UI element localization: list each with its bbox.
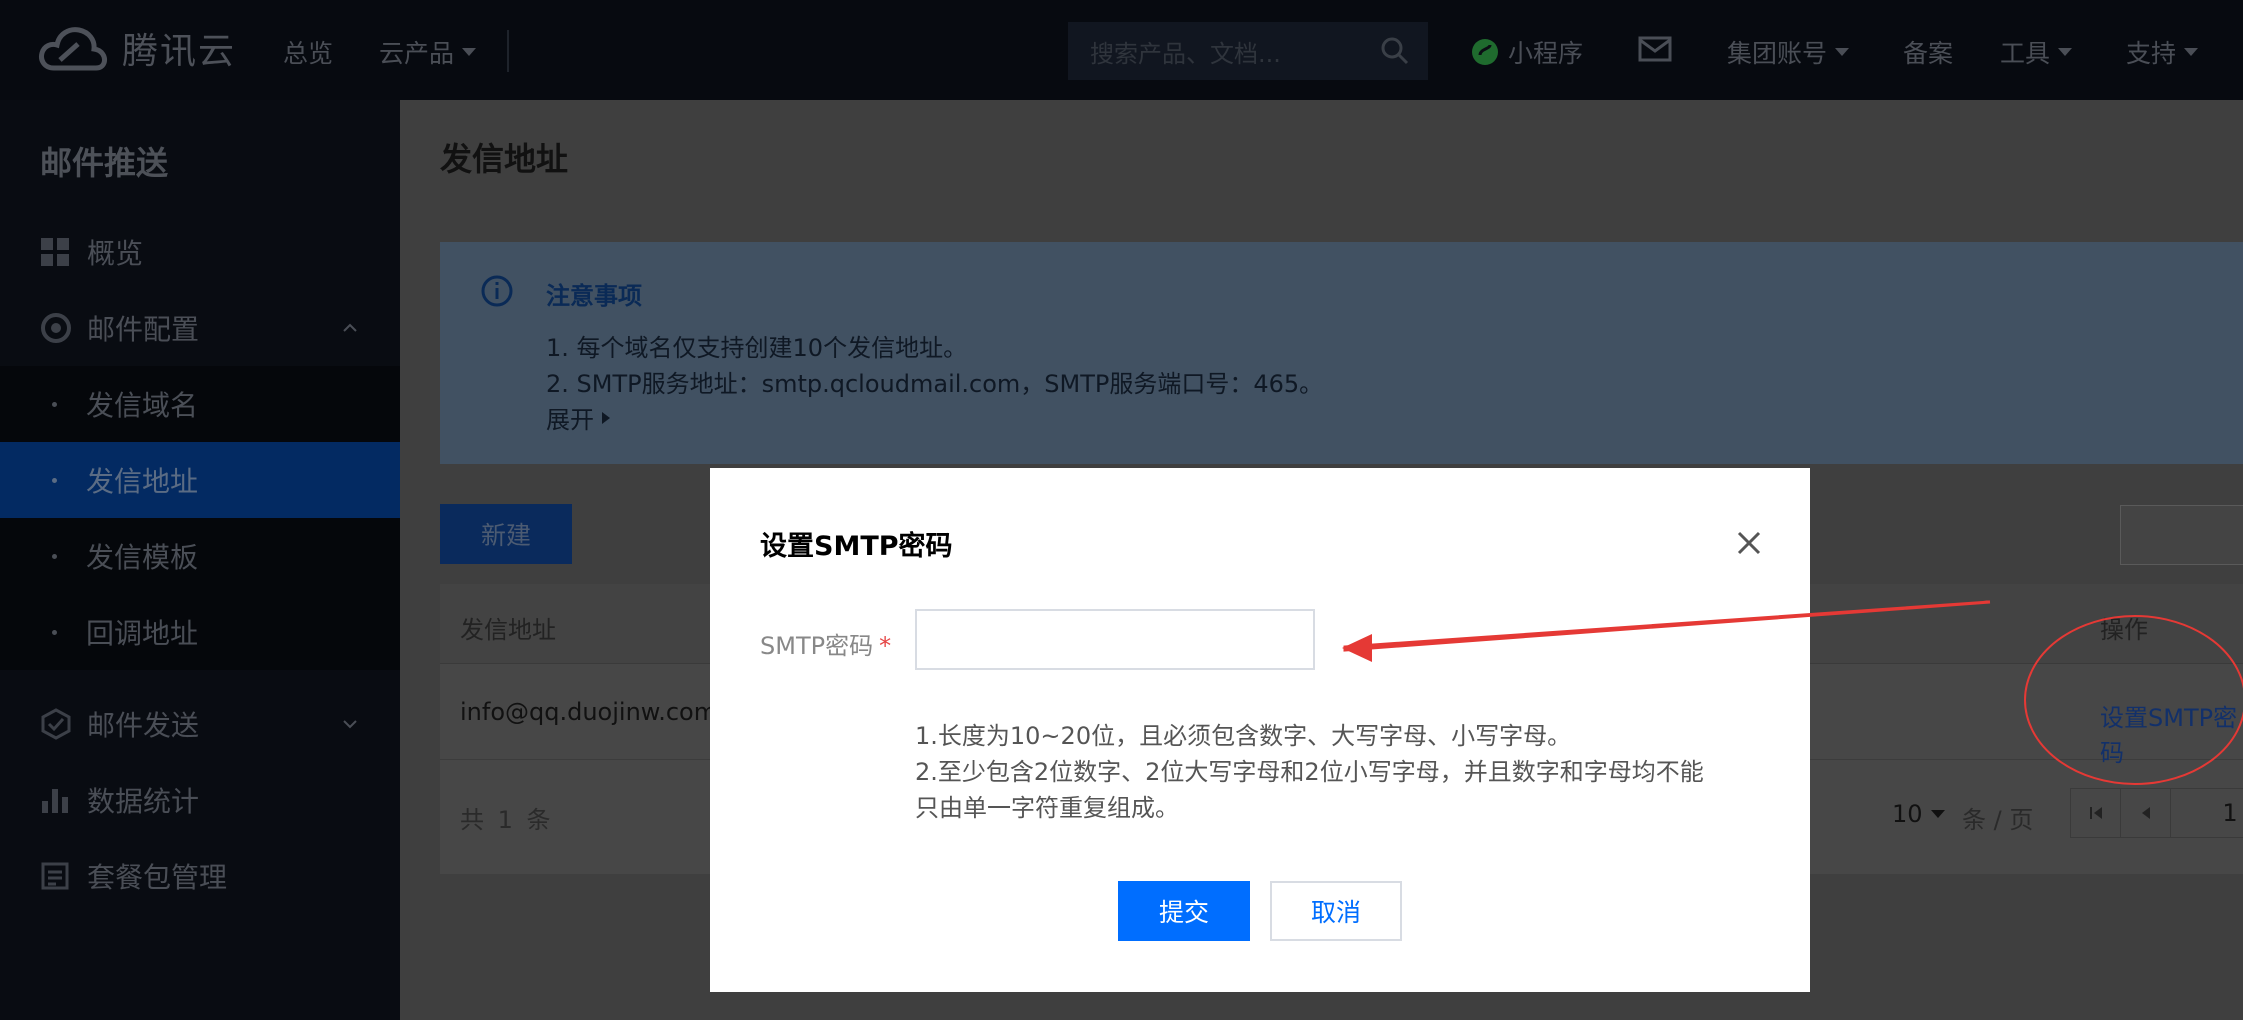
- smtp-password-label: SMTP密码 *: [760, 626, 891, 661]
- submit-button[interactable]: 提交: [1118, 881, 1250, 941]
- filter-input[interactable]: [2120, 505, 2243, 565]
- sidebar-title: 邮件推送: [40, 144, 169, 182]
- sidebar-item-statistics[interactable]: 数据统计: [0, 762, 400, 838]
- notice-line: 1. 每个域名仅支持创建10个发信地址。: [546, 334, 968, 362]
- bullet-icon: [52, 629, 57, 635]
- nav-miniprogram[interactable]: 小程序: [1470, 34, 1583, 70]
- sidebar-item-callback-address[interactable]: 回调地址: [0, 594, 400, 670]
- bar-chart-icon: [42, 789, 68, 813]
- chevron-down-icon: [1930, 810, 1945, 818]
- expand-label: 展开: [546, 406, 594, 434]
- nav-products-label: 云产品: [379, 39, 455, 68]
- new-button[interactable]: 新建: [440, 504, 572, 564]
- nav-products[interactable]: 云产品: [379, 34, 477, 70]
- nav-overview[interactable]: 总览: [283, 34, 333, 70]
- info-icon: [481, 275, 513, 307]
- page-title: 发信地址: [440, 140, 569, 178]
- first-page-icon: [2089, 807, 2102, 819]
- sidebar-item-label: 发信地址: [86, 465, 199, 498]
- package-icon: [41, 862, 69, 890]
- cloud-logo-icon: [39, 27, 107, 71]
- current-page[interactable]: 1: [2171, 789, 2243, 837]
- sidebar-item-sender-domain[interactable]: 发信域名: [0, 366, 400, 442]
- smtp-password-dialog: 设置SMTP密码 SMTP密码 * 1.长度为10~20位，且必须包含数字、大写字…: [710, 468, 1810, 992]
- nav-miniprogram-label: 小程序: [1508, 39, 1584, 68]
- cancel-button[interactable]: 取消: [1270, 881, 1402, 941]
- pagination: 1: [2070, 788, 2243, 838]
- bullet-icon: [52, 477, 57, 483]
- password-hint: 只由单一字符重复组成。: [915, 794, 1179, 822]
- total-count: 共 1 条: [460, 806, 554, 834]
- caret-right-icon: [602, 411, 610, 424]
- chevron-up-icon: [343, 323, 357, 332]
- mail-icon: [1638, 36, 1672, 62]
- close-icon[interactable]: [1734, 528, 1764, 558]
- notice-box: 注意事项 1. 每个域名仅支持创建10个发信地址。 2. SMTP服务地址：sm…: [440, 242, 2243, 464]
- sidebar-item-label: 数据统计: [87, 785, 200, 818]
- chevron-down-icon: [343, 720, 357, 729]
- search-icon[interactable]: [1380, 36, 1410, 66]
- notice-title: 注意事项: [546, 282, 642, 310]
- sidebar-item-label: 回调地址: [86, 617, 199, 650]
- top-navbar: 腾讯云 总览 云产品 搜索产品、文档... 小程序 集团账号 备案 工具 支持: [0, 0, 2243, 100]
- mail-config-icon: [41, 313, 71, 343]
- chevron-down-icon: [462, 48, 477, 56]
- nav-support-label: 支持: [2126, 39, 2177, 68]
- sidebar-item-overview[interactable]: 概览: [0, 214, 400, 290]
- miniprogram-icon: [1472, 39, 1498, 65]
- sidebar-item-label: 邮件发送: [87, 709, 200, 742]
- grid-icon: [41, 238, 69, 266]
- first-page-button[interactable]: [2071, 789, 2121, 837]
- sidebar-item-sender-template[interactable]: 发信模板: [0, 518, 400, 594]
- sidebar: 邮件推送 概览 邮件配置 发信域名 发信地址 发信模板 回调地址 邮件发送 数据…: [0, 100, 400, 1020]
- page-size-select[interactable]: 10: [1892, 800, 1945, 828]
- notice-line: 2. SMTP服务地址：smtp.qcloudmail.com，SMTP服务端口…: [546, 370, 1324, 398]
- sidebar-item-label: 概览: [87, 237, 144, 270]
- nav-tools-label: 工具: [2000, 39, 2051, 68]
- brand-logo[interactable]: 腾讯云: [38, 22, 236, 74]
- sidebar-item-label: 邮件配置: [87, 313, 200, 346]
- send-icon: [41, 708, 71, 740]
- sidebar-item-mail-send[interactable]: 邮件发送: [0, 686, 400, 762]
- page-size-value: 10: [1892, 800, 1923, 828]
- dialog-title: 设置SMTP密码: [760, 531, 953, 562]
- mail-button[interactable]: [1638, 36, 1672, 62]
- nav-group-account[interactable]: 集团账号: [1727, 34, 1850, 70]
- prev-page-icon: [2141, 807, 2150, 819]
- bullet-icon: [52, 401, 57, 407]
- column-header: 操作: [2100, 616, 2148, 644]
- column-header: 发信地址: [460, 616, 556, 644]
- set-smtp-password-link[interactable]: 设置SMTP密码: [2100, 698, 2243, 768]
- password-hint: 2.至少包含2位数字、2位大写字母和2位小写字母，并且数字和字母均不能: [915, 758, 1704, 786]
- sidebar-item-label: 发信模板: [86, 541, 199, 574]
- expand-link[interactable]: 展开: [546, 400, 610, 435]
- bullet-icon: [52, 553, 57, 559]
- search-input[interactable]: 搜索产品、文档...: [1090, 34, 1380, 69]
- chevron-down-icon: [1835, 48, 1850, 56]
- search-box[interactable]: 搜索产品、文档...: [1068, 22, 1428, 80]
- prev-page-button[interactable]: [2121, 789, 2171, 837]
- chevron-down-icon: [2184, 48, 2199, 56]
- address-cell: info@qq.duojinw.com: [460, 698, 718, 726]
- nav-group-account-label: 集团账号: [1727, 39, 1828, 68]
- per-page-label: 条 / 页: [1962, 806, 2034, 834]
- sidebar-item-sender-address[interactable]: 发信地址: [0, 442, 400, 518]
- required-mark: *: [879, 632, 892, 660]
- brand-name: 腾讯云: [122, 31, 237, 72]
- nav-filing[interactable]: 备案: [1903, 34, 1953, 70]
- password-hint: 1.长度为10~20位，且必须包含数字、大写字母、小写字母。: [915, 722, 1572, 750]
- nav-divider: [507, 30, 509, 72]
- nav-tools[interactable]: 工具: [2000, 34, 2073, 70]
- sidebar-item-mail-config[interactable]: 邮件配置: [0, 290, 400, 366]
- smtp-password-input[interactable]: [915, 609, 1315, 670]
- sidebar-item-label: 发信域名: [86, 389, 199, 422]
- sidebar-item-package[interactable]: 套餐包管理: [0, 838, 400, 914]
- chevron-down-icon: [2058, 48, 2073, 56]
- sidebar-item-label: 套餐包管理: [87, 861, 228, 894]
- nav-support[interactable]: 支持: [2126, 34, 2199, 70]
- field-label-text: SMTP密码: [760, 632, 874, 660]
